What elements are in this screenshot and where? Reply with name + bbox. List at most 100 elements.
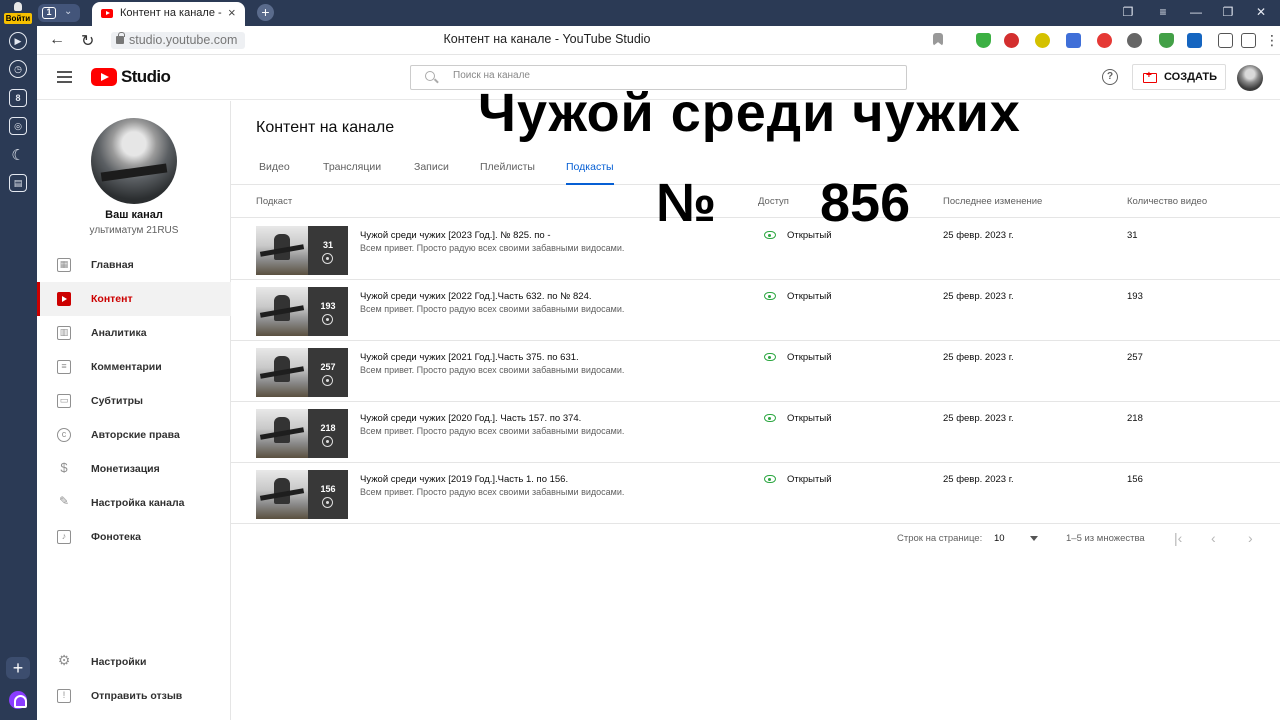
bulb-extension-icon[interactable] bbox=[1127, 33, 1142, 48]
column-podcast: Подкаст bbox=[256, 196, 293, 207]
tab-live[interactable]: Трансляции bbox=[323, 161, 381, 173]
channel-name: Ваш канал bbox=[105, 209, 163, 221]
url-field[interactable]: studio.youtube.com bbox=[111, 32, 245, 49]
create-button[interactable]: СОЗДАТЬ bbox=[1132, 64, 1226, 90]
extension-face-icon[interactable] bbox=[1035, 33, 1050, 48]
sidebar-item-audio-library[interactable]: ♪ Фонотека bbox=[37, 520, 231, 554]
logo-text: Studio bbox=[121, 67, 171, 86]
sidebar-item-subtitles[interactable]: ▭ Субтитры bbox=[37, 384, 231, 418]
podcast-thumbnail[interactable]: 193 bbox=[256, 287, 348, 336]
sidebar-item-customization[interactable]: ✎ Настройка канала bbox=[37, 486, 231, 520]
translate-icon[interactable] bbox=[1218, 33, 1233, 48]
sidebar-item-feedback[interactable]: ! Отправить отзыв bbox=[37, 679, 231, 713]
sidebar-item-monetization[interactable]: $ Монетизация bbox=[37, 452, 231, 486]
search-input[interactable] bbox=[453, 70, 873, 81]
prev-page-icon[interactable]: ‹ bbox=[1211, 530, 1216, 546]
visibility-status[interactable]: Открытый bbox=[787, 352, 832, 363]
night-mode-icon[interactable]: ☾ bbox=[9, 146, 27, 164]
tabs-counter-button[interactable]: 1 ⌄ bbox=[38, 4, 80, 22]
bookmark-icon[interactable] bbox=[933, 33, 943, 46]
puzzle-extension-icon[interactable] bbox=[1066, 33, 1081, 48]
dropdown-arrow-icon[interactable] bbox=[1030, 536, 1038, 541]
sidebar-item-settings[interactable]: ⚙ Настройки bbox=[37, 645, 231, 679]
youtube-play-icon bbox=[91, 68, 117, 86]
sidebar-item-dashboard[interactable]: ▦ Главная bbox=[37, 248, 231, 282]
podcast-icon bbox=[322, 314, 333, 325]
podcast-thumbnail[interactable]: 31 bbox=[256, 226, 348, 275]
bookmarks-icon[interactable]: ❐ bbox=[1120, 4, 1136, 20]
add-panel-button[interactable]: + bbox=[6, 657, 30, 679]
back-arrow-icon[interactable]: ← bbox=[49, 31, 65, 49]
visibility-status[interactable]: Открытый bbox=[787, 474, 832, 485]
video-count: 257 bbox=[1127, 352, 1143, 363]
save-page-icon[interactable] bbox=[1241, 33, 1256, 48]
podcast-title[interactable]: Чужой среди чужих [2019 Год.].Часть 1. п… bbox=[360, 474, 568, 485]
page-title: Контент на канале bbox=[256, 119, 395, 136]
podcast-title[interactable]: Чужой среди чужих [2022 Год.].Часть 632.… bbox=[360, 291, 592, 302]
last-modified-date: 25 февр. 2023 г. bbox=[943, 291, 1014, 302]
minimize-icon[interactable]: — bbox=[1188, 4, 1204, 20]
account-avatar[interactable] bbox=[1237, 65, 1263, 91]
podcast-thumbnail[interactable]: 156 bbox=[256, 470, 348, 519]
column-last-modified[interactable]: Последнее изменение bbox=[943, 196, 1042, 207]
sidebar-item-comments[interactable]: ≡ Комментарии bbox=[37, 350, 231, 384]
overlay-title: Чужой среди чужих bbox=[478, 83, 1021, 143]
table-row[interactable]: 193 Чужой среди чужих [2022 Год.].Часть … bbox=[231, 280, 1280, 341]
analytics-icon: ▥ bbox=[57, 326, 71, 340]
visibility-status[interactable]: Открытый bbox=[787, 291, 832, 302]
close-window-icon[interactable]: ✕ bbox=[1253, 4, 1269, 20]
table-row[interactable]: 257 Чужой среди чужих [2021 Год.].Часть … bbox=[231, 341, 1280, 402]
table-row[interactable]: 31 Чужой среди чужих [2023 Год.]. № 825.… bbox=[231, 219, 1280, 280]
podcast-thumbnail[interactable]: 257 bbox=[256, 348, 348, 397]
content-tabs: Видео Трансляции Записи Плейлисты Подкас… bbox=[231, 155, 1280, 185]
table-row[interactable]: 218 Чужой среди чужих [2020 Год.]. Часть… bbox=[231, 402, 1280, 463]
tab-videos[interactable]: Видео bbox=[259, 161, 290, 173]
table-header: Подкаст Доступ Последнее изменение Колич… bbox=[231, 186, 1280, 218]
visibility-status[interactable]: Открытый bbox=[787, 413, 832, 424]
table-row[interactable]: 156 Чужой среди чужих [2019 Год.].Часть … bbox=[231, 463, 1280, 524]
reload-icon[interactable]: ↻ bbox=[81, 31, 94, 51]
tab-playlists[interactable]: Плейлисты bbox=[480, 161, 535, 173]
zen-icon[interactable]: 8 bbox=[9, 89, 27, 107]
sidebar-item-content[interactable]: Контент bbox=[37, 282, 231, 316]
channel-avatar[interactable] bbox=[91, 118, 177, 204]
help-icon[interactable]: ? bbox=[1102, 69, 1118, 85]
first-page-icon[interactable]: |‹ bbox=[1174, 530, 1182, 546]
sidebar-item-analytics[interactable]: ▥ Аналитика bbox=[37, 316, 231, 350]
podcast-title[interactable]: Чужой среди чужих [2021 Год.].Часть 375.… bbox=[360, 352, 579, 363]
screenshot-icon[interactable]: ◎ bbox=[9, 117, 27, 135]
last-modified-date: 25 февр. 2023 г. bbox=[943, 352, 1014, 363]
rows-per-page-select[interactable]: 10 bbox=[994, 533, 1005, 544]
login-button[interactable]: Войти bbox=[4, 2, 32, 24]
news-extension-icon[interactable] bbox=[1187, 33, 1202, 48]
next-page-icon[interactable]: › bbox=[1248, 530, 1253, 546]
tab-posts[interactable]: Записи bbox=[414, 161, 449, 173]
sidebar-item-copyright[interactable]: c Авторские права bbox=[37, 418, 231, 452]
rows-per-page-label: Строк на странице: bbox=[897, 533, 983, 544]
podcast-thumbnail[interactable]: 218 bbox=[256, 409, 348, 458]
check-shield-icon[interactable] bbox=[1159, 33, 1174, 48]
podcast-title[interactable]: Чужой среди чужих [2023 Год.]. № 825. по… bbox=[360, 230, 551, 241]
tab-podcasts[interactable]: Подкасты bbox=[566, 161, 614, 185]
column-access[interactable]: Доступ bbox=[758, 196, 789, 207]
history-clock-icon[interactable]: ◷ bbox=[9, 60, 27, 78]
adblock-plus-icon[interactable] bbox=[1004, 33, 1019, 48]
thumbnail-video-count: 193 bbox=[320, 301, 336, 311]
more-vertical-icon[interactable]: ⋮ bbox=[1265, 33, 1279, 48]
thumbnail-video-count: 257 bbox=[320, 362, 336, 372]
browser-tab-active[interactable]: Контент на канале - YouTube Studio × bbox=[92, 2, 245, 26]
play-circle-icon[interactable]: ▶ bbox=[9, 32, 27, 50]
hamburger-menu-icon[interactable] bbox=[57, 71, 72, 83]
menu-icon[interactable]: ≡ bbox=[1155, 4, 1171, 20]
column-video-count[interactable]: Количество видео bbox=[1127, 196, 1207, 207]
podcast-title[interactable]: Чужой среди чужих [2020 Год.]. Часть 157… bbox=[360, 413, 581, 424]
shield-extension-icon[interactable] bbox=[976, 33, 991, 48]
alice-assistant-icon[interactable] bbox=[9, 691, 27, 709]
new-tab-button[interactable]: + bbox=[257, 4, 274, 21]
close-tab-icon[interactable]: × bbox=[228, 5, 236, 20]
public-eye-icon bbox=[764, 414, 776, 422]
opera-extension-icon[interactable] bbox=[1097, 33, 1112, 48]
last-modified-date: 25 февр. 2023 г. bbox=[943, 230, 1014, 241]
restore-icon[interactable]: ❐ bbox=[1220, 4, 1236, 20]
collections-icon[interactable]: ▤ bbox=[9, 174, 27, 192]
